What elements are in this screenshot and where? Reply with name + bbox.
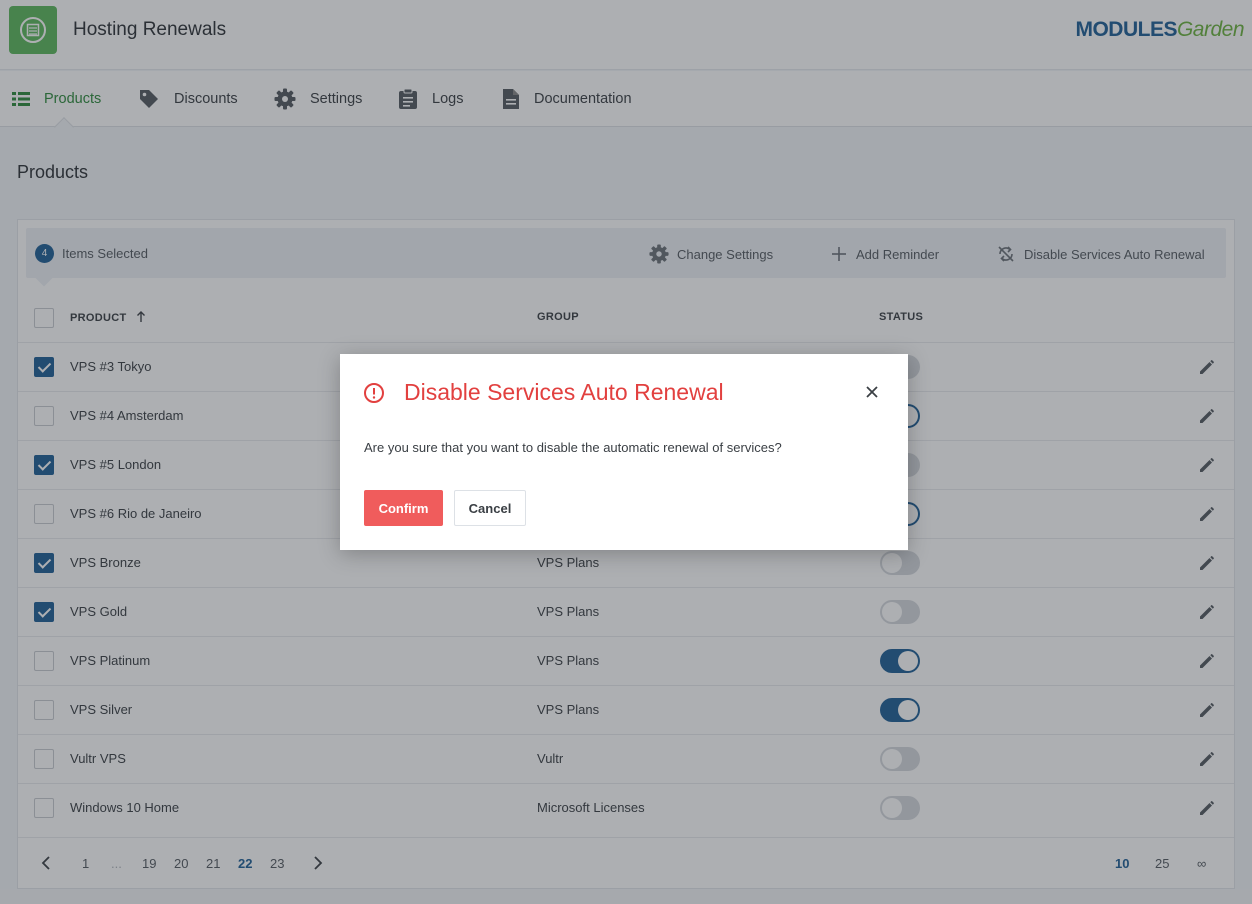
alert-circle-icon	[364, 383, 384, 403]
disable-auto-renewal-modal: Disable Services Auto Renewal Are you su…	[340, 354, 908, 550]
close-icon[interactable]	[864, 384, 880, 400]
cancel-button[interactable]: Cancel	[454, 490, 526, 526]
modal-title: Disable Services Auto Renewal	[404, 379, 724, 405]
confirm-button[interactable]: Confirm	[364, 490, 443, 526]
modal-message: Are you sure that you want to disable th…	[364, 440, 782, 455]
